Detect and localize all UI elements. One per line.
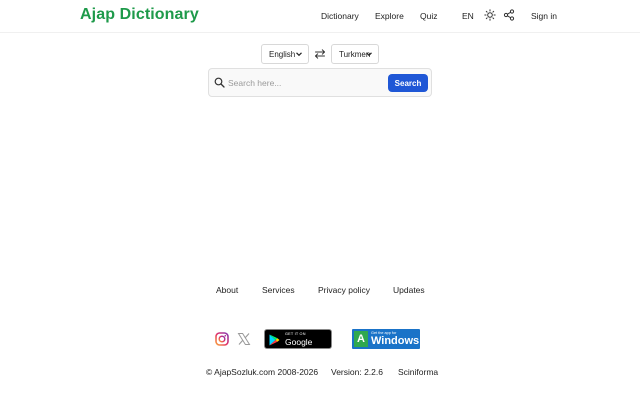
google-play-title: Google Play xyxy=(285,337,313,357)
copyright-text: © AjapSozluk.com 2008-2026 xyxy=(206,367,319,377)
version-text: Version: 2.2.6 xyxy=(331,367,383,377)
nav-quiz[interactable]: Quiz xyxy=(420,11,437,21)
sun-icon[interactable] xyxy=(484,9,496,21)
windows-app-badge[interactable]: A Get the app for Windows xyxy=(352,329,420,349)
sign-in-link[interactable]: Sign in xyxy=(531,11,557,21)
source-language-select[interactable]: English xyxy=(261,44,309,64)
app-logo-icon: A xyxy=(354,331,368,347)
footer-link-about[interactable]: About xyxy=(216,285,238,295)
google-play-caption: GET IT ON xyxy=(285,332,306,336)
footer-link-privacy[interactable]: Privacy policy xyxy=(318,285,370,295)
nav-explore[interactable]: Explore xyxy=(375,11,404,21)
chevron-down-icon xyxy=(296,52,302,57)
footer-link-services[interactable]: Services xyxy=(262,285,295,295)
search-bar: Search xyxy=(208,68,432,97)
windows-title: Windows xyxy=(371,335,420,347)
google-play-badge[interactable]: GET IT ON Google Play xyxy=(264,329,332,357)
google-play-icon xyxy=(269,334,280,346)
search-input[interactable] xyxy=(228,74,383,92)
search-icon xyxy=(214,77,225,88)
company-link[interactable]: Sciniforma xyxy=(398,367,438,377)
source-language-value: English xyxy=(269,49,296,59)
chevron-down-icon xyxy=(366,52,372,57)
top-bar: Ajap Dictionary Dictionary Explore Quiz … xyxy=(0,0,640,33)
language-switcher[interactable]: EN xyxy=(462,11,474,21)
swap-arrows-icon[interactable] xyxy=(314,48,326,60)
x-twitter-icon[interactable] xyxy=(237,332,251,346)
share-icon[interactable] xyxy=(503,9,515,21)
instagram-icon[interactable] xyxy=(215,332,229,346)
search-button[interactable]: Search xyxy=(388,74,428,92)
target-language-select[interactable]: Turkmen xyxy=(331,44,379,64)
footer-link-updates[interactable]: Updates xyxy=(393,285,425,295)
site-logo[interactable]: Ajap Dictionary xyxy=(80,6,199,24)
nav-dictionary[interactable]: Dictionary xyxy=(321,11,359,21)
